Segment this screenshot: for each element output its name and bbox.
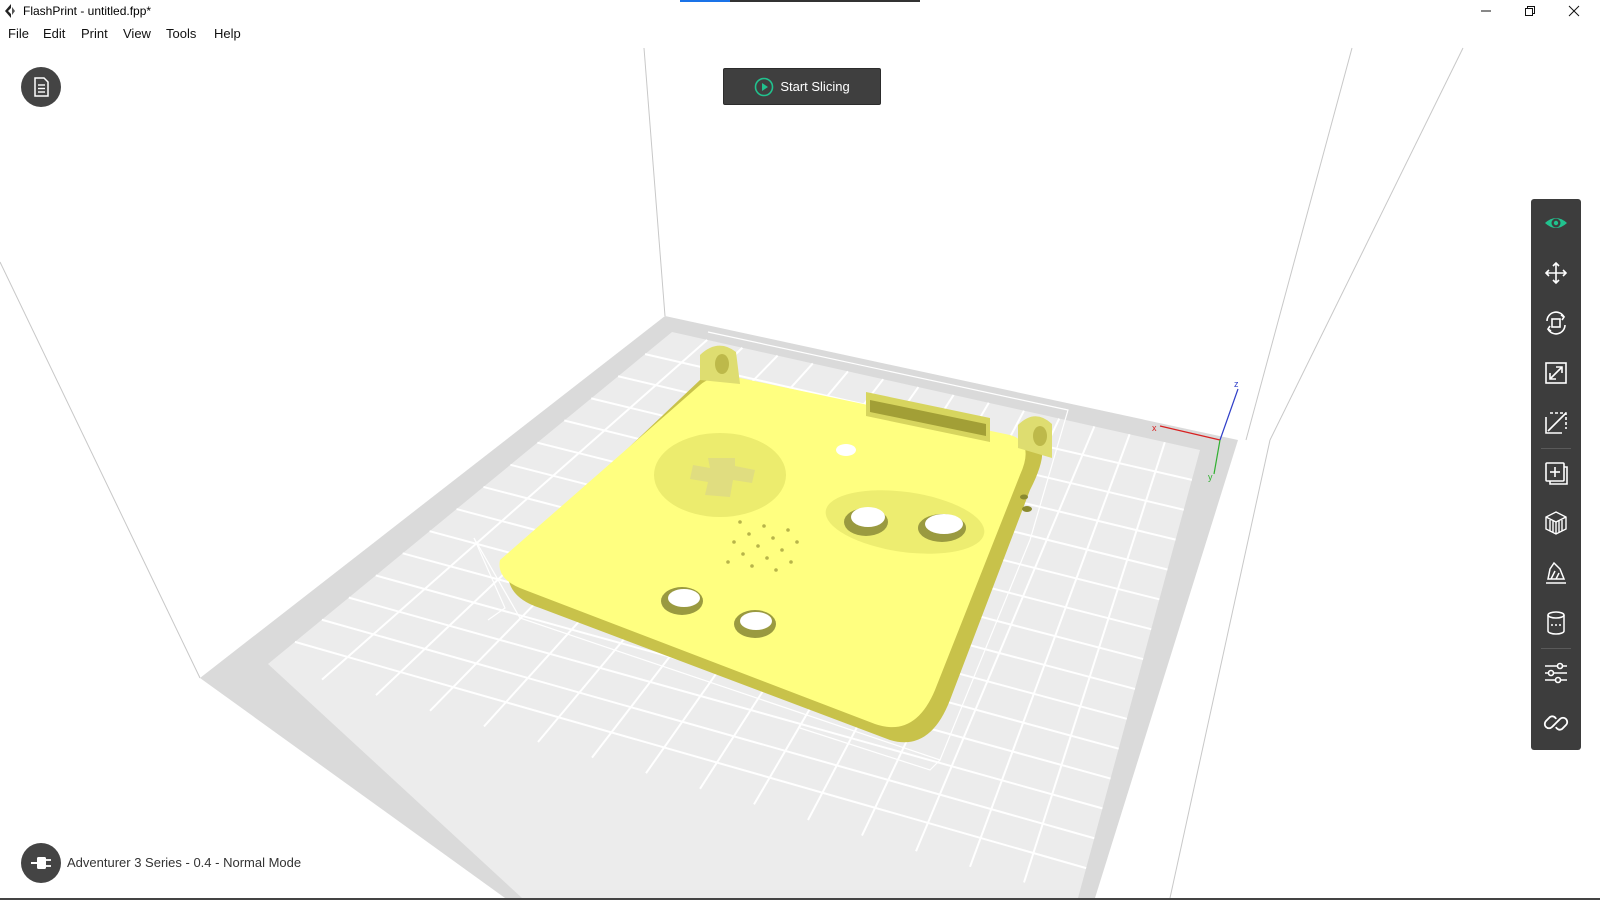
axis-label-x: x: [1152, 423, 1157, 433]
menu-view[interactable]: View: [123, 26, 151, 41]
speaker-hole: [789, 560, 793, 564]
tool-platform[interactable]: [1531, 549, 1581, 597]
tool-add-model[interactable]: [1531, 449, 1581, 497]
window-title: FlashPrint - untitled.fpp*: [23, 4, 152, 18]
cylinder-icon: [1547, 611, 1565, 635]
speaker-hole: [780, 548, 784, 552]
start-slicing-button[interactable]: Start Slicing: [723, 68, 881, 105]
tool-settings[interactable]: [1531, 649, 1581, 697]
menu-print[interactable]: Print: [81, 26, 108, 41]
print-bed-icon: [1546, 561, 1566, 584]
restore-button[interactable]: [1508, 0, 1552, 22]
tool-rotate[interactable]: [1531, 299, 1581, 347]
play-circle-icon: [755, 77, 774, 96]
speaker-hole: [786, 528, 790, 532]
title-bar: FlashPrint - untitled.fpp*: [0, 0, 1600, 22]
rotate-icon: [1546, 311, 1566, 335]
scale-icon: [1545, 362, 1567, 384]
link-icon: [1543, 715, 1569, 731]
speaker-hole: [741, 552, 745, 556]
tool-move[interactable]: [1531, 249, 1581, 297]
speaker-hole: [795, 540, 799, 544]
tool-cut[interactable]: [1531, 399, 1581, 447]
cut-icon: [1545, 412, 1567, 434]
menu-tools[interactable]: Tools: [166, 26, 196, 41]
speaker-hole: [750, 564, 754, 568]
speaker-hole: [756, 544, 760, 548]
menu-file[interactable]: File: [8, 26, 29, 41]
document-icon: [34, 77, 49, 97]
supports-icon: [1545, 511, 1567, 535]
minimize-button[interactable]: [1464, 0, 1508, 22]
axis-label-z: z: [1234, 379, 1239, 389]
file-list-button[interactable]: [21, 67, 61, 107]
close-button[interactable]: [1552, 0, 1596, 22]
menu-bar: File Edit Print View Tools Help: [0, 22, 1600, 47]
settings-sliders-icon: [1545, 662, 1567, 684]
right-toolbar: [1531, 199, 1581, 750]
speaker-hole: [747, 532, 751, 536]
build-volume-scene[interactable]: z x y: [0, 46, 1600, 898]
speaker-hole: [774, 568, 778, 572]
tool-scale[interactable]: [1531, 349, 1581, 397]
axis-label-y: y: [1208, 472, 1213, 482]
tool-link[interactable]: [1531, 699, 1581, 747]
start-slicing-label: Start Slicing: [780, 79, 850, 94]
menu-help[interactable]: Help: [214, 26, 241, 41]
minimize-icon: [1481, 10, 1491, 12]
speaker-hole: [771, 536, 775, 540]
tool-supports[interactable]: [1531, 499, 1581, 547]
speaker-hole: [726, 560, 730, 564]
move-icon: [1544, 261, 1568, 285]
speaker-hole: [732, 540, 736, 544]
flashprint-logo-icon: [5, 4, 15, 18]
tool-cylinder[interactable]: [1531, 599, 1581, 647]
speaker-hole: [738, 520, 742, 524]
restore-icon: [1525, 6, 1535, 16]
add-model-icon: [1545, 462, 1568, 485]
printer-status: Adventurer 3 Series - 0.4 - Normal Mode: [67, 855, 302, 870]
plug-icon: [31, 857, 51, 869]
3d-viewport[interactable]: z x y: [0, 46, 1600, 898]
title-progress-bar: [680, 0, 920, 2]
tool-view[interactable]: [1531, 199, 1581, 247]
close-icon: [1568, 5, 1580, 17]
view-icon: [1545, 218, 1567, 228]
printer-connect-button[interactable]: [21, 843, 61, 883]
speaker-hole: [765, 556, 769, 560]
menu-edit[interactable]: Edit: [43, 26, 65, 41]
speaker-hole: [762, 524, 766, 528]
